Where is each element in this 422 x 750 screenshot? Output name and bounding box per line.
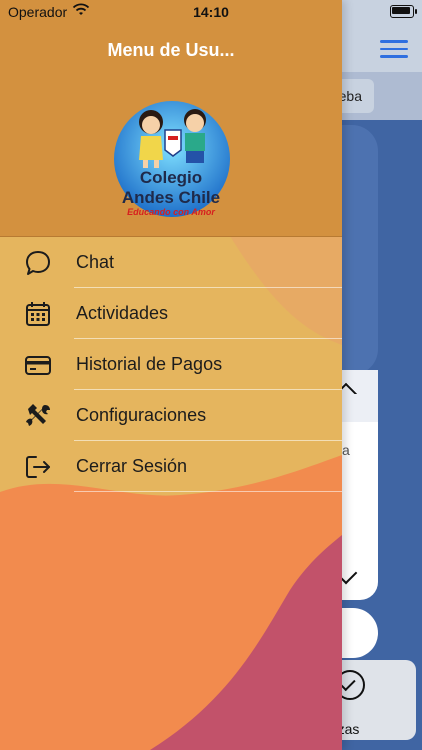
menu-item-cerrar-sesion[interactable]: Cerrar Sesión — [0, 441, 342, 492]
hamburger-menu-icon[interactable] — [380, 40, 408, 58]
menu-item-configuraciones[interactable]: Configuraciones — [0, 390, 342, 441]
menu-item-label: Cerrar Sesión — [76, 456, 188, 476]
side-drawer: Menu de Usu... Colegio Andes Chile Educa… — [0, 0, 342, 750]
menu-item-label: Chat — [76, 252, 115, 272]
status-time: 14:10 — [193, 4, 229, 20]
calendar-icon — [26, 302, 50, 326]
battery-icon — [390, 5, 417, 18]
menu-item-label: Historial de Pagos — [76, 354, 223, 374]
logout-icon — [26, 456, 50, 478]
logo-text-andes-chile: Andes Chile — [121, 188, 221, 207]
credit-card-icon — [25, 356, 51, 375]
tools-icon — [26, 404, 50, 426]
menu-divider — [74, 491, 342, 492]
chat-bubble-icon — [26, 251, 50, 275]
status-bar: Operador 14:10 — [0, 0, 422, 24]
logo-tagline: Educando con Amor — [127, 207, 215, 217]
menu-item-historial-de-pagos[interactable]: Historial de Pagos — [0, 339, 342, 390]
menu-item-label: Configuraciones — [76, 405, 207, 425]
menu-item-label: Actividades — [76, 303, 169, 323]
logo-text-colegio: Colegio — [139, 168, 203, 187]
drawer-menu: Chat Actividades Historial de Pagos Conf… — [0, 237, 342, 492]
drawer-title: Menu de Usu... — [107, 40, 235, 60]
menu-item-actividades[interactable]: Actividades — [0, 288, 342, 339]
menu-item-chat[interactable]: Chat — [0, 237, 342, 288]
background-field-text: a — [342, 442, 350, 458]
